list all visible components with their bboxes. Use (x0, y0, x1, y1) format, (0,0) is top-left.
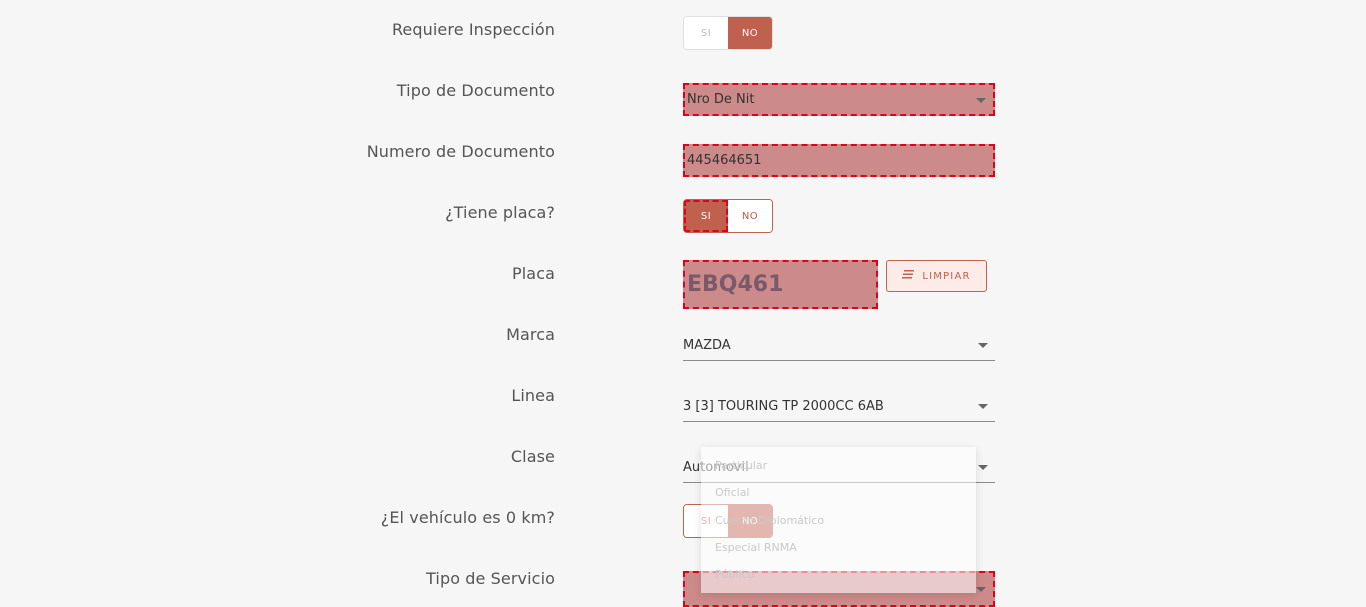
tipo-servicio-dropdown: Particular Oficial Cuerpo Diplomático Es… (701, 447, 976, 593)
toggle-requiere-inspeccion[interactable]: SI NO (683, 16, 773, 50)
label-requiere-inspeccion: Requiere Inspección (391, 20, 555, 39)
linea-select[interactable]: 3 [3] TOURING TP 2000CC 6AB (683, 391, 995, 422)
caret-down-icon (978, 465, 988, 470)
caret-down-icon (976, 97, 986, 103)
toggle-option-si[interactable]: SI (684, 17, 728, 49)
label-tiene-placa: ¿Tiene placa? (445, 203, 555, 222)
toggle-option-si[interactable]: SI (684, 200, 728, 232)
label-placa: Placa (512, 264, 555, 283)
dropdown-option[interactable]: Público (715, 568, 754, 581)
tipo-documento-value: Nro De Nit (687, 92, 755, 107)
limpiar-label: LIMPIAR (922, 270, 971, 282)
toggle-tiene-placa[interactable]: SI NO (683, 199, 773, 233)
marca-value: MAZDA (683, 337, 731, 353)
linea-value: 3 [3] TOURING TP 2000CC 6AB (683, 398, 884, 414)
caret-down-icon (978, 343, 988, 348)
label-numero-documento: Numero de Documento (366, 142, 555, 161)
tipo-documento-select[interactable]: Nro De Nit (683, 83, 995, 116)
dropdown-option[interactable]: Oficial (715, 486, 750, 499)
caret-down-icon (978, 404, 988, 409)
placa-value: EBQ461 (687, 272, 784, 297)
dropdown-option[interactable]: Cuerpo Diplomático (715, 514, 824, 527)
toggle-option-no[interactable]: NO (728, 200, 772, 232)
limpiar-button[interactable]: LIMPIAR (886, 260, 987, 292)
label-clase: Clase (510, 447, 555, 466)
numero-documento-value: 445464651 (687, 153, 762, 168)
label-tipo-servicio: Tipo de Servicio (426, 569, 555, 588)
label-cero-km: ¿El vehículo es 0 km? (380, 508, 555, 527)
toggle-option-no[interactable]: NO (728, 17, 772, 49)
caret-down-icon (976, 587, 986, 592)
label-linea: Linea (511, 386, 555, 405)
label-marca: Marca (506, 325, 555, 344)
dropdown-option[interactable]: Particular (715, 459, 767, 472)
dropdown-option[interactable]: Especial RNMA (715, 541, 797, 554)
marca-select[interactable]: MAZDA (683, 330, 995, 361)
label-tipo-documento: Tipo de Documento (396, 81, 555, 100)
placa-input[interactable]: EBQ461 (683, 260, 878, 309)
lines-icon (902, 270, 915, 282)
numero-documento-input[interactable]: 445464651 (683, 144, 995, 177)
